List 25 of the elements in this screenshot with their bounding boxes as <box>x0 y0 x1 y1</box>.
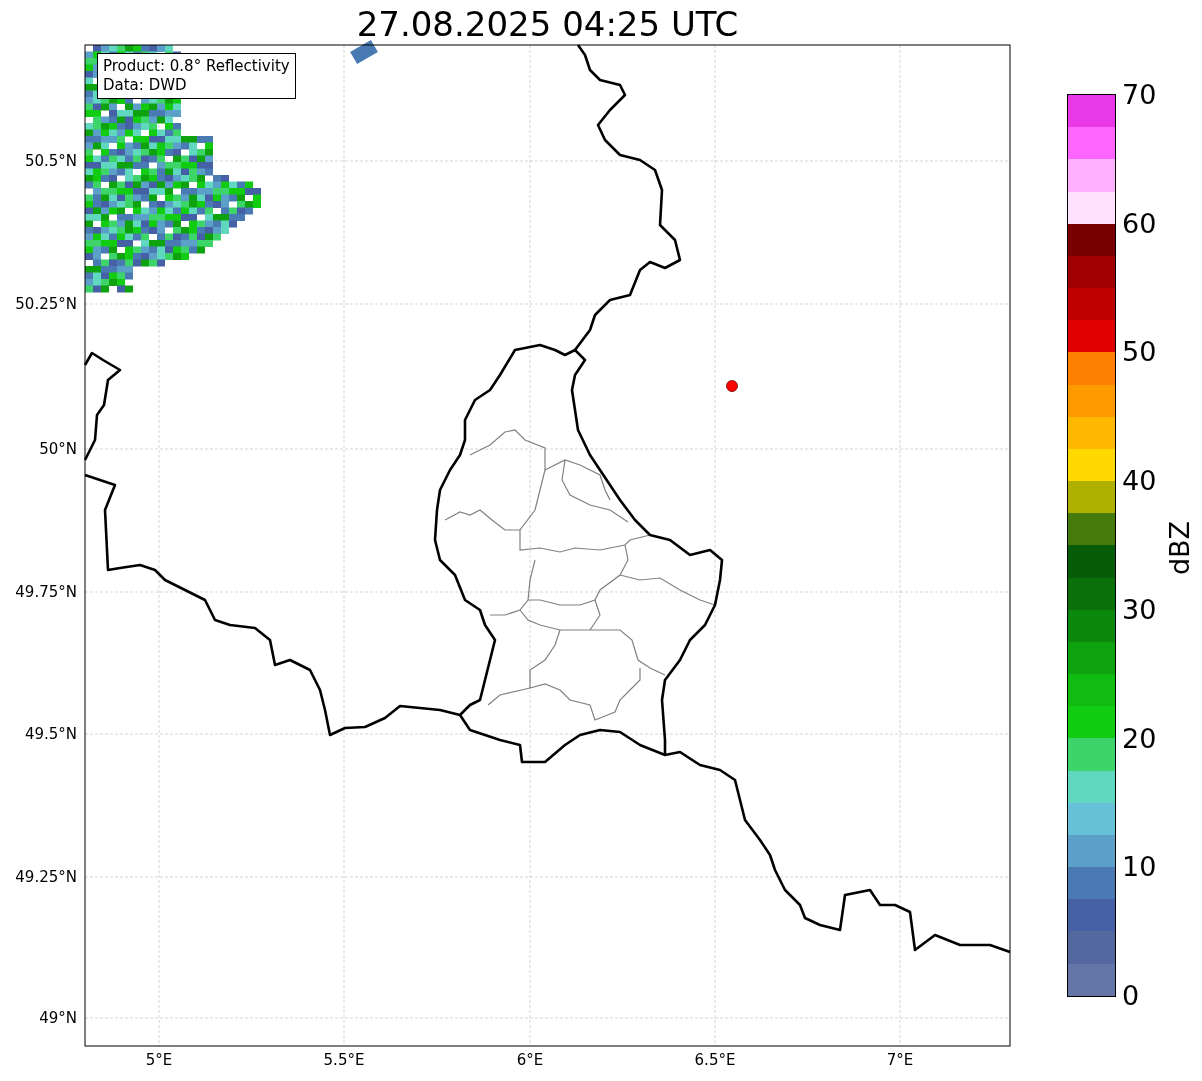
latitude-label: 49.5°N <box>23 724 77 744</box>
colorbar-tick-label: 10 <box>1122 851 1157 884</box>
info-text: Product: 0.8° Reflectivity <box>103 57 290 76</box>
latitude-label: 49.75°N <box>14 582 77 602</box>
colorbar-tick-label: 60 <box>1122 207 1157 240</box>
colorbar-tick-label: 0 <box>1122 980 1140 1012</box>
colorbar-tick-label: 40 <box>1122 465 1157 498</box>
latitude-label: 50°N <box>38 439 77 459</box>
colorbar-label: dBZ <box>1164 519 1196 578</box>
longitude-label: 7°E <box>885 1050 915 1070</box>
longitude-label: 5.5°E <box>322 1050 366 1070</box>
colorbar-tick-label: 20 <box>1122 722 1157 755</box>
colorbar-tick-label: 50 <box>1122 336 1157 369</box>
latitude-label: 49°N <box>38 1008 77 1028</box>
chart-title: 27.08.2025 04:25 UTC <box>355 4 740 44</box>
longitude-label: 6°E <box>515 1050 545 1070</box>
location-marker <box>726 380 738 392</box>
info-text: Data: DWD <box>103 76 188 95</box>
colorbar-tick-label: 30 <box>1122 593 1157 626</box>
latitude-label: 49.25°N <box>14 867 77 887</box>
latitude-label: 50.5°N <box>23 151 77 171</box>
colorbar-tick-label: 70 <box>1122 79 1157 111</box>
longitude-label: 5°E <box>144 1050 174 1070</box>
longitude-label: 6.5°E <box>693 1050 737 1070</box>
latitude-label: 50.25°N <box>14 294 77 314</box>
